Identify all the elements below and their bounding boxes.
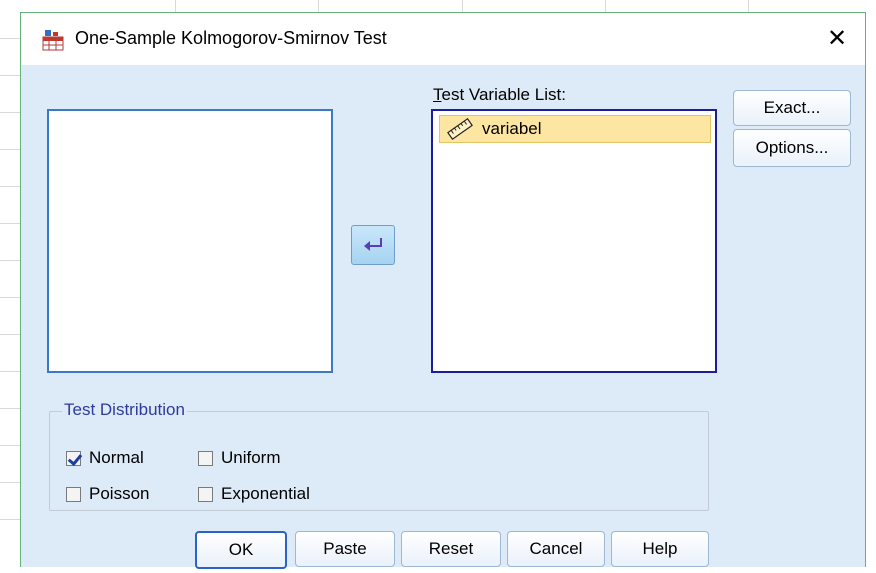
exact-button[interactable]: Exact... [733, 90, 851, 126]
test-variable-list[interactable]: variabel [431, 109, 717, 373]
options-button[interactable]: Options... [733, 129, 851, 167]
exponential-option[interactable]: Exponential [198, 484, 310, 504]
close-button[interactable]: ✕ [819, 21, 855, 57]
test-variable-list-label: Test Variable List: [433, 85, 566, 104]
source-variable-list[interactable] [47, 109, 333, 373]
exponential-label: Exponential [221, 484, 310, 503]
poisson-label: Poisson [89, 484, 150, 503]
poisson-checkbox[interactable] [66, 486, 81, 502]
test-distribution-group: Test Distribution Normal Uniform Poisson… [49, 400, 709, 511]
spss-app-icon [42, 30, 64, 51]
dialog-body: Test Variable List: variabel Exact... Op… [21, 65, 865, 569]
close-icon: ✕ [826, 25, 848, 52]
dialog-title: One-Sample Kolmogorov-Smirnov Test [75, 28, 387, 48]
arrow-left-icon [364, 238, 382, 251]
ok-button[interactable]: OK [195, 531, 287, 569]
ks-test-dialog: One-Sample Kolmogorov-Smirnov Test ✕ Tes… [20, 12, 866, 569]
variable-name: variabel [482, 119, 542, 138]
normal-label: Normal [89, 448, 144, 467]
help-button[interactable]: Help [611, 531, 709, 567]
cancel-button[interactable]: Cancel [507, 531, 605, 567]
exponential-checkbox[interactable] [198, 486, 213, 502]
scale-ruler-icon [447, 118, 473, 140]
poisson-option[interactable]: Poisson [66, 484, 149, 504]
list-item-variabel[interactable]: variabel [439, 115, 711, 143]
paste-button[interactable]: Paste [295, 531, 395, 567]
uniform-checkbox[interactable] [198, 450, 213, 466]
reset-button[interactable]: Reset [401, 531, 501, 567]
uniform-label: Uniform [221, 448, 281, 467]
uniform-option[interactable]: Uniform [198, 448, 281, 468]
move-variable-button[interactable] [351, 225, 395, 265]
test-distribution-title: Test Distribution [62, 400, 187, 420]
normal-option[interactable]: Normal [66, 448, 144, 468]
title-bar: One-Sample Kolmogorov-Smirnov Test ✕ [21, 13, 865, 65]
normal-checkbox[interactable] [66, 450, 81, 466]
